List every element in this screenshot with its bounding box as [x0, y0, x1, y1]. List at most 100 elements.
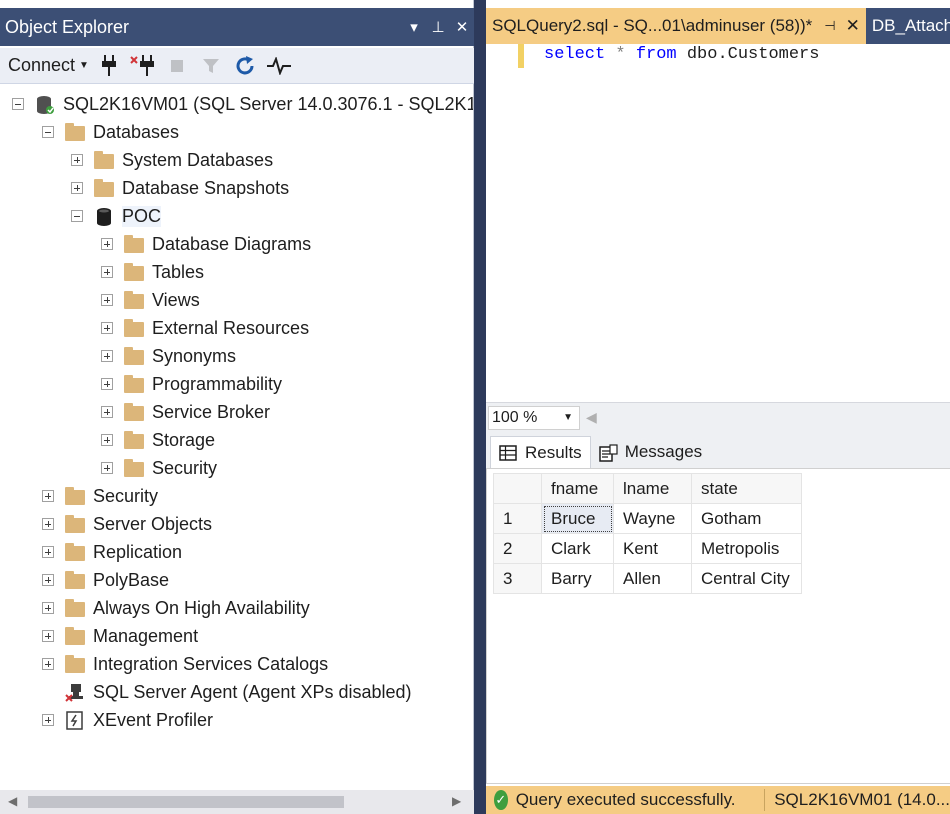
- tree-node-views[interactable]: Views: [101, 286, 200, 314]
- tree-node-server-objects[interactable]: Server Objects: [42, 510, 212, 538]
- expand-icon[interactable]: [101, 378, 113, 390]
- tree-node-label: POC: [122, 205, 162, 227]
- tree-node-label: PolyBase: [93, 569, 170, 590]
- tree-node-poc[interactable]: POC: [71, 202, 162, 230]
- query-text[interactable]: select * from dbo.Customers: [544, 44, 819, 66]
- pin-icon[interactable]: ⊣: [824, 18, 835, 34]
- row-number[interactable]: 3: [493, 563, 542, 594]
- zoom-select[interactable]: 100 % ▼: [488, 405, 580, 430]
- tree-node-tables[interactable]: Tables: [101, 258, 204, 286]
- scroll-left-icon[interactable]: ◀: [586, 409, 597, 426]
- expand-icon[interactable]: [42, 630, 54, 642]
- tree-node-databases[interactable]: Databases: [42, 118, 179, 146]
- expand-icon[interactable]: [101, 238, 113, 250]
- tree-node-system-databases[interactable]: System Databases: [71, 146, 273, 174]
- row-number-header[interactable]: [493, 473, 542, 504]
- expand-icon[interactable]: [101, 294, 113, 306]
- disconnect-icon[interactable]: [129, 51, 157, 81]
- expand-icon[interactable]: [101, 266, 113, 278]
- expand-icon[interactable]: [42, 602, 54, 614]
- tree-node-synonyms[interactable]: Synonyms: [101, 342, 236, 370]
- tab-sqlquery2[interactable]: SQLQuery2.sql - SQ...01\adminuser (58))*…: [486, 8, 866, 44]
- connect-button[interactable]: Connect ▼: [0, 51, 89, 81]
- table-cell[interactable]: Allen: [613, 563, 692, 594]
- stop-icon[interactable]: [163, 51, 191, 81]
- table-cell[interactable]: Gotham: [691, 503, 802, 534]
- tree-node-programmability[interactable]: Programmability: [101, 370, 282, 398]
- tree-node-poc-security[interactable]: Security: [101, 454, 217, 482]
- success-check-icon: ✓: [494, 790, 508, 810]
- table-cell[interactable]: Barry: [541, 563, 614, 594]
- expand-icon[interactable]: [42, 490, 54, 502]
- expand-icon[interactable]: [42, 574, 54, 586]
- row-number[interactable]: 1: [493, 503, 542, 534]
- tree-node-xevent-profiler[interactable]: XEvent Profiler: [42, 706, 213, 734]
- close-icon[interactable]: ✕: [846, 16, 860, 36]
- panel-splitter[interactable]: [474, 0, 486, 814]
- query-status-bar: ✓ Query executed successfully. SQL2K16VM…: [486, 786, 950, 814]
- tree-node-service-broker[interactable]: Service Broker: [101, 398, 270, 426]
- results-tab-strip: Results Messages: [486, 432, 950, 468]
- scrollbar-thumb[interactable]: [28, 796, 344, 808]
- expand-icon[interactable]: [42, 658, 54, 670]
- tab-results[interactable]: Results: [490, 436, 591, 468]
- folder-icon: [124, 319, 144, 337]
- collapse-icon[interactable]: [42, 126, 54, 138]
- scroll-left-icon[interactable]: ◀: [8, 794, 17, 808]
- window-position-dropdown-icon[interactable]: ▾: [402, 18, 426, 36]
- tree-node-polybase[interactable]: PolyBase: [42, 566, 169, 594]
- pin-icon[interactable]: ⊥: [426, 18, 450, 36]
- tree-node-label: Security: [152, 457, 218, 478]
- table-cell[interactable]: Wayne: [613, 503, 692, 534]
- tab-db-attach[interactable]: DB_Attach...: [865, 8, 950, 44]
- tree-node-server[interactable]: SQL2K16VM01 (SQL Server 14.0.3076.1 - SQ…: [12, 90, 473, 118]
- column-header[interactable]: state: [691, 473, 802, 504]
- expand-icon[interactable]: [101, 322, 113, 334]
- column-header[interactable]: fname: [541, 473, 614, 504]
- tree-node-external-resources[interactable]: External Resources: [101, 314, 309, 342]
- table-cell[interactable]: Metropolis: [691, 533, 802, 564]
- horizontal-scrollbar[interactable]: ◀ ▶: [0, 790, 474, 814]
- sql-keyword: from: [635, 45, 677, 64]
- messages-icon: [598, 444, 618, 462]
- expand-icon[interactable]: [101, 406, 113, 418]
- object-explorer-title-bar: Object Explorer ▾ ⊥ ✕: [0, 8, 474, 46]
- expand-icon[interactable]: [42, 546, 54, 558]
- filter-icon[interactable]: [197, 51, 225, 81]
- close-icon[interactable]: ✕: [450, 18, 474, 36]
- query-editor[interactable]: select * from dbo.Customers: [486, 44, 950, 402]
- expand-icon[interactable]: [42, 518, 54, 530]
- tree-node-database-snapshots[interactable]: Database Snapshots: [71, 174, 289, 202]
- tab-label: SQLQuery2.sql - SQ...01\adminuser (58))*: [492, 16, 813, 35]
- tree-node-security[interactable]: Security: [42, 482, 158, 510]
- expand-icon[interactable]: [71, 182, 83, 194]
- connect-plug-icon[interactable]: [95, 51, 123, 81]
- table-cell[interactable]: Kent: [613, 533, 692, 564]
- activity-monitor-icon[interactable]: [265, 51, 293, 81]
- expand-icon[interactable]: [101, 462, 113, 474]
- tree-node-management[interactable]: Management: [42, 622, 198, 650]
- tree-node-replication[interactable]: Replication: [42, 538, 182, 566]
- tree-node-integration-services[interactable]: Integration Services Catalogs: [42, 650, 328, 678]
- collapse-icon[interactable]: [71, 210, 83, 222]
- scroll-right-icon[interactable]: ▶: [452, 794, 461, 808]
- table-cell[interactable]: Central City: [691, 563, 802, 594]
- expand-icon[interactable]: [42, 714, 54, 726]
- refresh-icon[interactable]: [231, 51, 259, 81]
- results-grid-area: fname lname state 1 Bruce Wayne Gotham 2…: [486, 468, 950, 784]
- tree-node-database-diagrams[interactable]: Database Diagrams: [101, 230, 311, 258]
- tab-messages[interactable]: Messages: [591, 436, 710, 468]
- folder-icon: [94, 151, 114, 169]
- expand-icon[interactable]: [71, 154, 83, 166]
- collapse-icon[interactable]: [12, 98, 24, 110]
- results-grid: fname lname state 1 Bruce Wayne Gotham 2…: [493, 473, 802, 594]
- row-number[interactable]: 2: [493, 533, 542, 564]
- tree-node-sql-server-agent[interactable]: SQL Server Agent (Agent XPs disabled): [42, 678, 412, 706]
- tree-node-always-on[interactable]: Always On High Availability: [42, 594, 310, 622]
- expand-icon[interactable]: [101, 350, 113, 362]
- table-cell[interactable]: Clark: [541, 533, 614, 564]
- tree-node-storage[interactable]: Storage: [101, 426, 215, 454]
- column-header[interactable]: lname: [613, 473, 692, 504]
- table-cell[interactable]: Bruce: [541, 503, 614, 534]
- expand-icon[interactable]: [101, 434, 113, 446]
